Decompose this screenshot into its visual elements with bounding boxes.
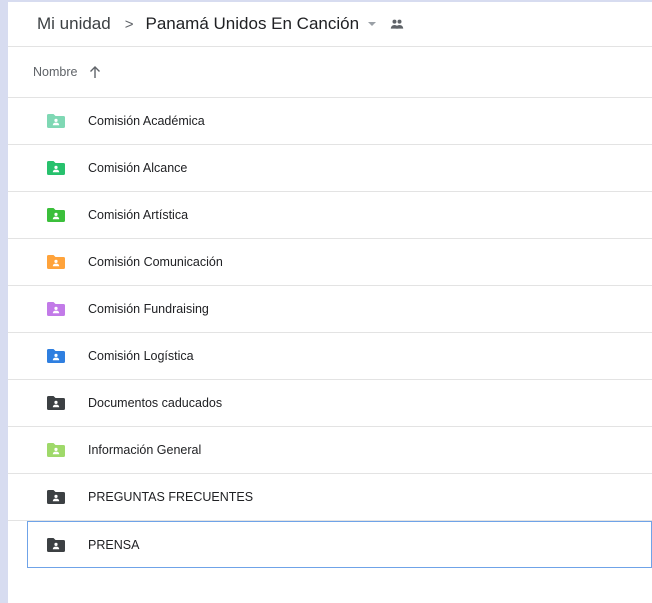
folder-name: Comisión Académica: [88, 114, 205, 128]
folder-row[interactable]: Comisión Alcance: [8, 145, 652, 192]
folder-row[interactable]: Información General: [8, 427, 652, 474]
folder-row[interactable]: Comisión Académica: [8, 98, 652, 145]
shared-folder-icon: [46, 395, 66, 411]
folder-row[interactable]: Documentos caducados: [8, 380, 652, 427]
folder-row[interactable]: Comisión Comunicación: [8, 239, 652, 286]
shared-folder-icon: [46, 160, 66, 176]
shared-folder-icon: [46, 207, 66, 223]
breadcrumb-separator: >: [124, 15, 134, 33]
shared-folder-icon: [46, 348, 66, 364]
sort-ascending-arrow-icon[interactable]: [89, 65, 101, 79]
breadcrumb: Mi unidad > Panamá Unidos En Canción: [8, 2, 652, 47]
folder-name: Comisión Alcance: [88, 161, 188, 175]
folder-row[interactable]: Comisión Logística: [8, 333, 652, 380]
breadcrumb-root-mi-unidad[interactable]: Mi unidad: [37, 14, 111, 34]
folder-name: PRENSA: [88, 537, 140, 552]
folder-name: Comisión Logística: [88, 349, 194, 363]
folder-row[interactable]: Comisión Artística: [8, 192, 652, 239]
folder-row[interactable]: Comisión Fundraising: [8, 286, 652, 333]
folder-name: Información General: [88, 443, 202, 457]
shared-folder-icon: [46, 113, 66, 129]
folder-name: PREGUNTAS FRECUENTES: [88, 490, 254, 504]
sort-by-name-label[interactable]: Nombre: [33, 65, 77, 79]
folder-name: Comisión Artística: [88, 208, 189, 222]
folder-list: Comisión Académica Comisión Alcance Comisi…: [8, 98, 652, 568]
shared-folder-icon: [46, 489, 66, 505]
folder-row[interactable]: PRENSA: [27, 521, 652, 568]
file-browser: Mi unidad > Panamá Unidos En Canción Nom…: [8, 2, 652, 603]
breadcrumb-current-folder[interactable]: Panamá Unidos En Canción: [145, 14, 359, 34]
folder-name: Comisión Fundraising: [88, 302, 209, 316]
list-header: Nombre: [8, 47, 652, 98]
folder-name: Comisión Comunicación: [88, 255, 223, 269]
dropdown-caret-icon[interactable]: [368, 22, 377, 26]
shared-folder-icon: [46, 254, 66, 270]
shared-folder-icon: [46, 442, 66, 458]
folder-name: Documentos caducados: [88, 396, 223, 410]
shared-folder-icon: [46, 301, 66, 317]
folder-row[interactable]: PREGUNTAS FRECUENTES: [8, 474, 652, 521]
shared-folder-icon: [46, 537, 66, 553]
shared-people-icon: [390, 19, 404, 29]
